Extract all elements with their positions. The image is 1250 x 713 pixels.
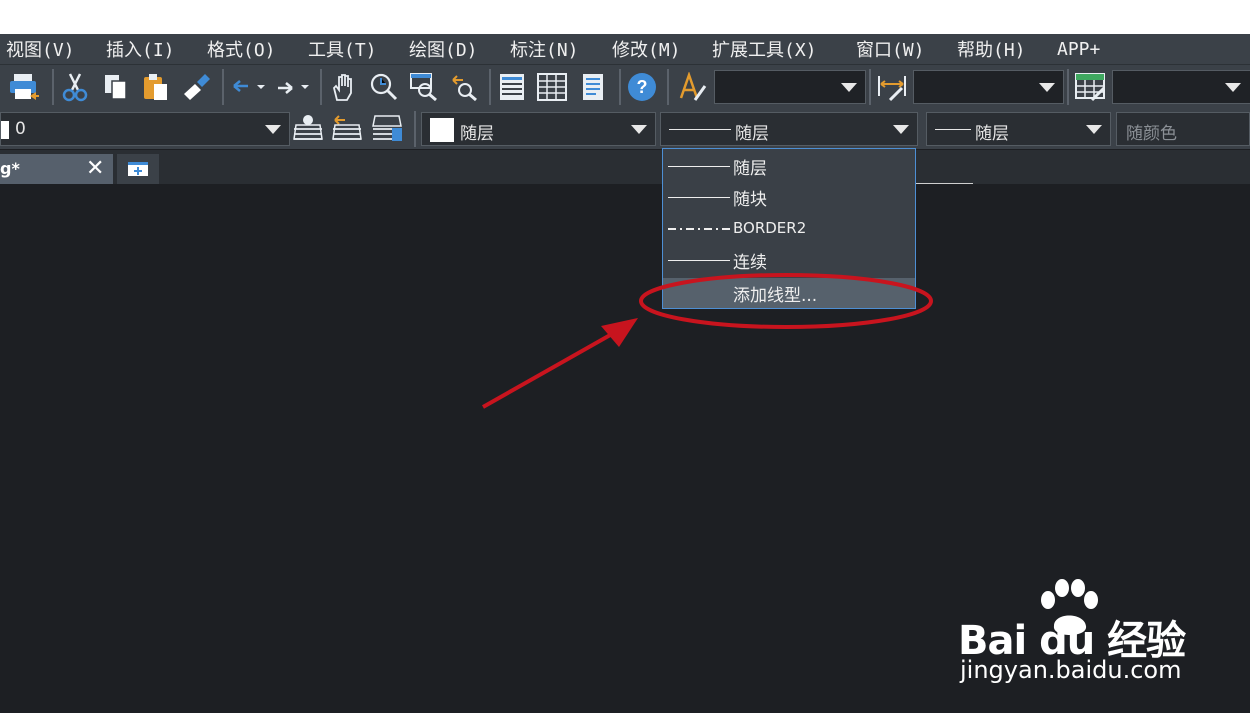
menu-dimension[interactable]: 标注(N) [510,36,579,62]
undo-icon[interactable] [228,71,268,103]
plotstyle-value: 随颜色 [1126,124,1177,144]
linetype-value: 随层 [735,124,769,144]
menu-insert[interactable]: 插入(I) [106,36,175,62]
toolbar-separator [52,69,54,105]
canvas-line-fragment [916,183,973,184]
toolbar-separator [667,69,669,105]
option-label: 连续 [733,253,767,273]
help-icon[interactable]: ? [626,71,658,103]
plotstyle-combo[interactable]: 随颜色 [1116,112,1250,146]
line-sample [668,197,730,198]
menu-window[interactable]: 窗口(W) [856,36,925,62]
tool-palettes-icon[interactable] [578,71,610,103]
chevron-down-icon [1086,125,1102,134]
svg-text:?: ? [637,77,648,97]
new-tab-button[interactable] [117,154,159,184]
menu-tools[interactable]: 工具(T) [308,36,377,62]
match-properties-icon[interactable] [180,71,212,103]
dimension-style-icon[interactable] [876,71,908,103]
properties-palette-icon[interactable] [496,71,528,103]
zoom-previous-icon[interactable] [448,71,480,103]
chevron-down-icon [265,125,281,134]
document-tab-label: g* [0,159,20,178]
copy-icon[interactable] [100,71,132,103]
menu-app-plus[interactable]: APP+ [1057,39,1100,60]
menu-view[interactable]: 视图(V) [6,36,75,62]
layer-color-swatch [1,121,9,139]
linetype-preview [669,129,731,130]
toolbar-separator [869,69,871,105]
lineweight-value: 随层 [975,124,1009,144]
option-label: BORDER2 [733,219,807,237]
new-document-icon [128,162,148,176]
line-sample [668,260,730,261]
menu-format[interactable]: 格式(O) [207,36,276,62]
table-style-icon[interactable] [1074,71,1106,103]
linetype-option-byblock[interactable]: 随块 [663,182,915,212]
toolbar-separator [1067,69,1069,105]
chevron-down-icon [893,125,909,134]
lineweight-preview [935,129,971,130]
color-combo[interactable]: 随层 [421,112,656,146]
print-icon[interactable] [8,71,40,103]
toolbar-separator [222,69,224,105]
option-label: 添加线型... [733,286,818,306]
menu-bar: 视图(V) 插入(I) 格式(O) 工具(T) 绘图(D) 标注(N) 修改(M… [0,34,1250,64]
arrow-head [601,318,638,347]
menu-help[interactable]: 帮助(H) [957,36,1026,62]
document-tab-strip: g* ✕ [0,150,1250,184]
layer-states-icon[interactable] [371,112,403,144]
chevron-down-icon [1039,83,1055,92]
layer-value: 0 [15,119,26,139]
toolbar-separator [320,69,322,105]
redo-icon[interactable] [272,71,312,103]
menu-modify[interactable]: 修改(M) [612,36,681,62]
color-value: 随层 [460,124,494,144]
menu-draw[interactable]: 绘图(D) [409,36,478,62]
linetype-option-continuous[interactable]: 连续 [663,245,915,275]
close-icon[interactable]: ✕ [86,156,104,181]
chevron-down-icon [841,83,857,92]
cut-icon[interactable] [59,71,91,103]
line-sample [668,166,730,167]
design-center-icon[interactable] [536,71,568,103]
toolbar-separator [489,69,491,105]
arrow-shaft [482,332,613,409]
watermark-url: jingyan.baidu.com [960,656,1182,684]
table-style-combo[interactable] [1112,70,1250,104]
linetype-dropdown-list: 随层 随块 BORDER2 连续 添加线型... [662,148,916,309]
option-label: 随层 [733,159,767,179]
chevron-down-icon [631,125,647,134]
chevron-down-icon [1225,83,1241,92]
top-blank-area [0,0,1250,34]
lineweight-combo[interactable]: 随层 [926,112,1111,146]
dimension-style-combo[interactable] [913,70,1064,104]
menu-extend-tools[interactable]: 扩展工具(X) [712,36,817,62]
linetype-option-add-more[interactable]: 添加线型... [663,278,915,308]
zoom-realtime-icon[interactable] [368,71,400,103]
pan-hand-icon[interactable] [328,71,360,103]
layer-previous-icon[interactable] [331,112,363,144]
document-tab[interactable]: g* ✕ [0,154,113,184]
line-sample [668,228,730,230]
linetype-combo[interactable]: 随层 [660,112,918,146]
toolbar-separator [414,111,416,147]
toolbar-separator [619,69,621,105]
paste-icon[interactable] [140,71,172,103]
standard-toolbar: ? [0,64,1250,110]
linetype-option-bylayer[interactable]: 随层 [663,151,915,181]
make-layer-current-icon[interactable] [292,112,324,144]
zoom-window-icon[interactable] [408,71,440,103]
linetype-option-border2[interactable]: BORDER2 [663,214,915,244]
color-swatch [430,118,454,142]
text-style-combo[interactable] [714,70,866,104]
properties-toolbar: 0 随层 随层 随层 随颜色 [0,109,1250,149]
baidu-jingyan-watermark: Bai du 经验 jingyan.baidu.com [958,578,1238,688]
option-label: 随块 [733,190,767,210]
layer-combo[interactable]: 0 [0,112,290,146]
text-style-icon[interactable] [676,71,708,103]
